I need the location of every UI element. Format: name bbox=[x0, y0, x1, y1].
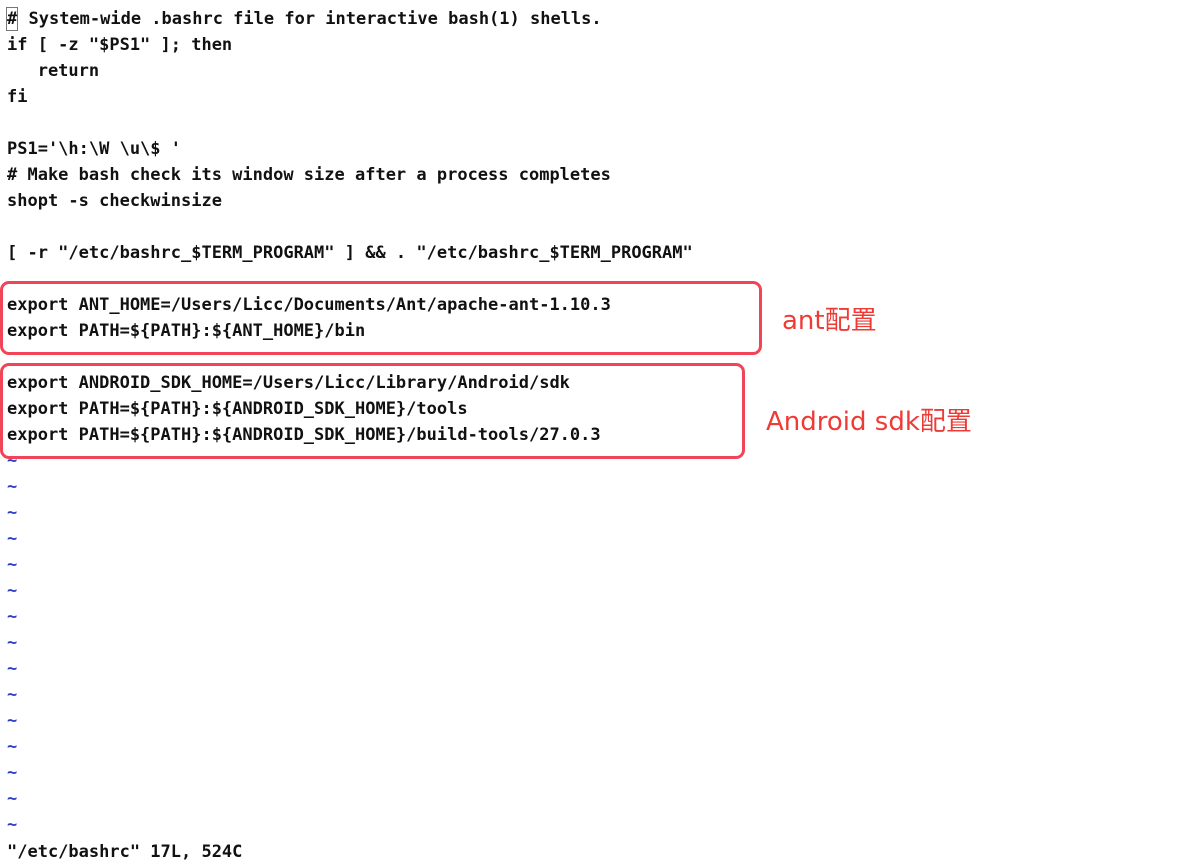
empty-buffer-lines: ~ ~ ~ ~ ~ ~ ~ ~ ~ ~ ~ ~ ~ ~ ~ bbox=[7, 448, 1200, 838]
empty-line-tilde: ~ bbox=[7, 477, 18, 497]
empty-line-tilde: ~ bbox=[7, 763, 18, 783]
ant-config-label: ant配置 bbox=[782, 306, 877, 336]
empty-line-tilde: ~ bbox=[7, 503, 18, 523]
empty-line-tilde: ~ bbox=[7, 685, 18, 705]
empty-line-tilde: ~ bbox=[7, 815, 18, 835]
empty-line-tilde: ~ bbox=[7, 581, 18, 601]
empty-line-tilde: ~ bbox=[7, 633, 18, 653]
code-line-3: return bbox=[7, 61, 100, 81]
code-line-2: if [ -z "$PS1" ]; then bbox=[7, 35, 233, 55]
empty-line-tilde: ~ bbox=[7, 529, 18, 549]
code-line-10: [ -r "/etc/bashrc_$TERM_PROGRAM" ] && . … bbox=[7, 243, 693, 263]
text-cursor: # bbox=[6, 7, 19, 31]
code-line-6: PS1='\h:\W \u\$ ' bbox=[7, 139, 181, 159]
empty-line-tilde: ~ bbox=[7, 607, 18, 627]
code-line-8: shopt -s checkwinsize bbox=[7, 191, 222, 211]
empty-line-tilde: ~ bbox=[7, 737, 18, 757]
empty-line-tilde: ~ bbox=[7, 711, 18, 731]
line-text: System-wide .bashrc file for interactive… bbox=[18, 9, 602, 29]
code-line-7: # Make bash check its window size after … bbox=[7, 165, 611, 185]
ant-config-highlight-box bbox=[0, 281, 762, 355]
empty-line-tilde: ~ bbox=[7, 555, 18, 575]
vim-status-line: "/etc/bashrc" 17L, 524C bbox=[7, 842, 243, 862]
empty-line-tilde: ~ bbox=[7, 659, 18, 679]
android-sdk-config-label: Android sdk配置 bbox=[766, 407, 972, 437]
android-sdk-config-highlight-box bbox=[0, 363, 745, 459]
code-line-1: # System-wide .bashrc file for interacti… bbox=[6, 6, 1200, 32]
empty-line-tilde: ~ bbox=[7, 789, 18, 809]
code-line-4: fi bbox=[7, 87, 28, 107]
